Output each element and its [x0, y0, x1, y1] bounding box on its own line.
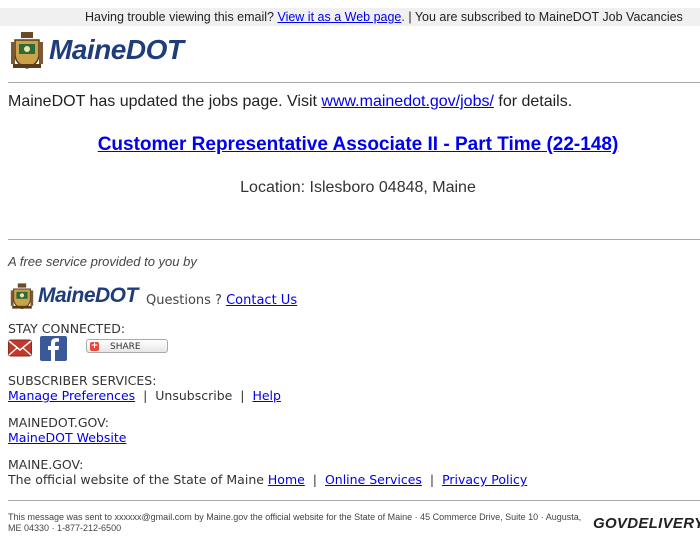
separator: | — [304, 472, 325, 487]
content-divider — [8, 239, 700, 240]
maine-seal-icon — [11, 32, 43, 69]
top-notice-bar: Having trouble viewing this email? View … — [0, 8, 700, 26]
separator: | — [135, 388, 156, 403]
mainedot-logo: MaineDOT — [9, 30, 184, 70]
logo-wordmark: MaineDOT — [49, 34, 184, 65]
facebook-icon[interactable] — [40, 336, 67, 361]
unsubscribe-text[interactable]: Unsubscribe — [155, 388, 232, 403]
share-plus-icon: + — [90, 341, 99, 351]
intro-suffix: for details. — [493, 93, 573, 110]
view-web-page-link[interactable]: View it as a Web page — [277, 10, 401, 24]
jobs-page-link[interactable]: www.mainedot.gov/jobs/ — [321, 93, 494, 110]
job-title-container: Customer Representative Associate II - P… — [0, 134, 700, 156]
separator: | — [421, 472, 443, 487]
footer-logo-wordmark: MaineDOT — [38, 284, 138, 307]
free-service-text: A free service provided to you by — [8, 254, 197, 269]
manage-preferences-link[interactable]: Manage Preferences — [8, 388, 135, 403]
govdelivery-logo: GOVDELIVERY — [593, 515, 700, 532]
share-label: SHARE — [110, 342, 141, 352]
trouble-viewing-text: Having trouble viewing this email? — [85, 10, 278, 24]
header-divider — [8, 82, 700, 83]
official-website-text: The official website of the State of Mai… — [8, 472, 268, 487]
footer-divider — [8, 500, 700, 501]
help-link[interactable]: Help — [252, 388, 281, 403]
maine-gov-heading: MAINE.GOV: — [8, 457, 84, 472]
subscriber-links: Manage Preferences | Unsubscribe | Help — [8, 388, 281, 403]
online-services-link[interactable]: Online Services — [325, 472, 422, 487]
questions-line: Questions ? Contact Us — [146, 293, 297, 308]
privacy-policy-link[interactable]: Privacy Policy — [442, 472, 527, 487]
mainedot-gov-heading: MAINEDOT.GOV: — [8, 415, 109, 430]
subscribed-text: . | You are subscribed to MaineDOT Job V… — [401, 10, 683, 24]
separator: | — [232, 388, 253, 403]
footer-mainedot-logo: MaineDOT — [9, 282, 138, 310]
footer-maine-seal-icon — [10, 283, 34, 310]
fine-print: This message was sent to xxxxxx@gmail.co… — [8, 512, 582, 533]
mainedot-website-line: MaineDOT Website — [8, 430, 126, 445]
email-icon[interactable] — [8, 337, 32, 359]
maine-gov-links: The official website of the State of Mai… — [8, 472, 527, 487]
job-location: Location: Islesboro 04848, Maine — [240, 179, 476, 196]
subscriber-services-heading: SUBSCRIBER SERVICES: — [8, 373, 157, 388]
questions-label: Questions ? — [146, 293, 227, 308]
contact-us-link[interactable]: Contact Us — [226, 293, 297, 308]
stay-connected-heading: STAY CONNECTED: — [8, 321, 126, 336]
intro-prefix: MaineDOT has updated the jobs page. Visi… — [8, 93, 322, 110]
home-link[interactable]: Home — [268, 472, 305, 487]
intro-text: MaineDOT has updated the jobs page. Visi… — [8, 93, 572, 111]
share-button[interactable]: + SHARE — [86, 339, 168, 353]
job-title-link[interactable]: Customer Representative Associate II - P… — [98, 134, 619, 155]
mainedot-website-link[interactable]: MaineDOT Website — [8, 430, 126, 445]
